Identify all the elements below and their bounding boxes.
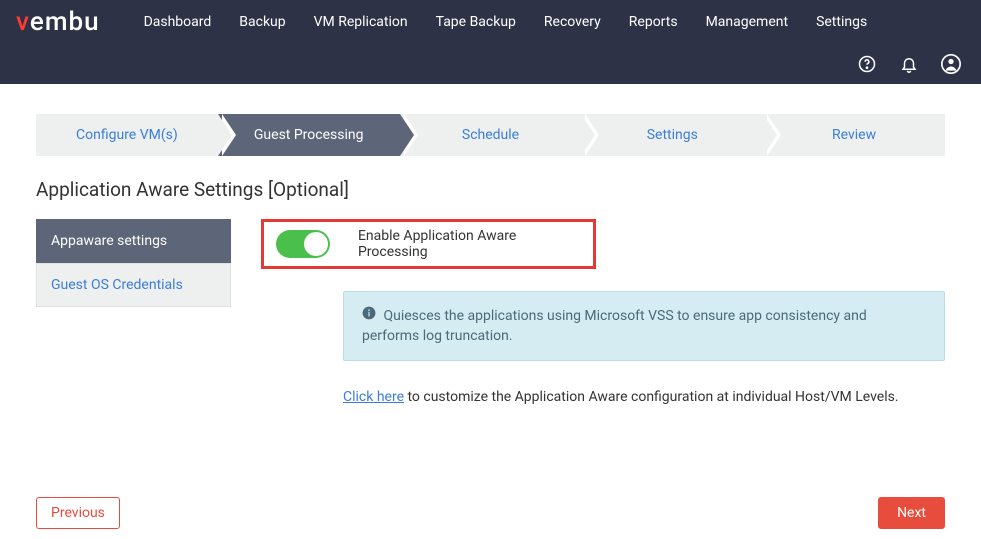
- content-area: Enable Application Aware Processing Quie…: [261, 219, 945, 408]
- nav-recovery[interactable]: Recovery: [530, 4, 615, 40]
- side-tab-appaware[interactable]: Appaware settings: [36, 219, 231, 263]
- step-guest-processing[interactable]: Guest Processing: [218, 114, 400, 156]
- bell-icon[interactable]: [899, 54, 919, 74]
- side-tabs: Appaware settings Guest OS Credentials: [36, 219, 231, 408]
- nav-vm-replication[interactable]: VM Replication: [300, 4, 422, 40]
- nav-backup[interactable]: Backup: [225, 4, 299, 40]
- toggle-label: Enable Application Aware Processing: [358, 228, 581, 260]
- help-icon[interactable]: [857, 54, 877, 74]
- logo-first-letter: v: [16, 7, 30, 37]
- info-icon: [362, 306, 376, 327]
- top-nav-row-2: [0, 44, 981, 84]
- step-schedule[interactable]: Schedule: [400, 114, 582, 156]
- enable-appaware-toggle[interactable]: [276, 230, 330, 258]
- nav-tape-backup[interactable]: Tape Backup: [422, 4, 530, 40]
- nav-dashboard[interactable]: Dashboard: [130, 4, 226, 40]
- top-nav-row-1: vembu Dashboard Backup VM Replication Ta…: [0, 0, 981, 44]
- step-review[interactable]: Review: [763, 114, 945, 156]
- body-wrap: Appaware settings Guest OS Credentials E…: [36, 219, 945, 408]
- step-settings[interactable]: Settings: [581, 114, 763, 156]
- logo-rest: embu: [30, 7, 100, 37]
- footer: Previous Next: [36, 497, 945, 529]
- nav-settings[interactable]: Settings: [802, 4, 881, 40]
- top-nav: vembu Dashboard Backup VM Replication Ta…: [0, 0, 981, 84]
- info-text: Quiesces the applications using Microsof…: [362, 308, 867, 344]
- previous-button[interactable]: Previous: [36, 497, 120, 529]
- desc-text: Click here to customize the Application …: [343, 387, 945, 408]
- click-here-link[interactable]: Click here: [343, 389, 404, 405]
- desc-rest: to customize the Application Aware confi…: [404, 389, 899, 405]
- nav-reports[interactable]: Reports: [615, 4, 692, 40]
- toggle-row-highlight: Enable Application Aware Processing: [261, 219, 596, 269]
- info-box: Quiesces the applications using Microsof…: [343, 291, 945, 361]
- side-tab-guest-os-credentials[interactable]: Guest OS Credentials: [36, 263, 231, 307]
- logo[interactable]: vembu: [16, 7, 100, 37]
- nav-management[interactable]: Management: [692, 4, 802, 40]
- nav-items: Dashboard Backup VM Replication Tape Bac…: [130, 4, 882, 40]
- toggle-knob: [304, 232, 328, 256]
- step-configure-vms[interactable]: Configure VM(s): [36, 114, 218, 156]
- page-title: Application Aware Settings [Optional]: [36, 178, 945, 201]
- next-button[interactable]: Next: [878, 497, 945, 529]
- user-icon[interactable]: [941, 54, 961, 74]
- wizard-steps: Configure VM(s) Guest Processing Schedul…: [36, 114, 945, 156]
